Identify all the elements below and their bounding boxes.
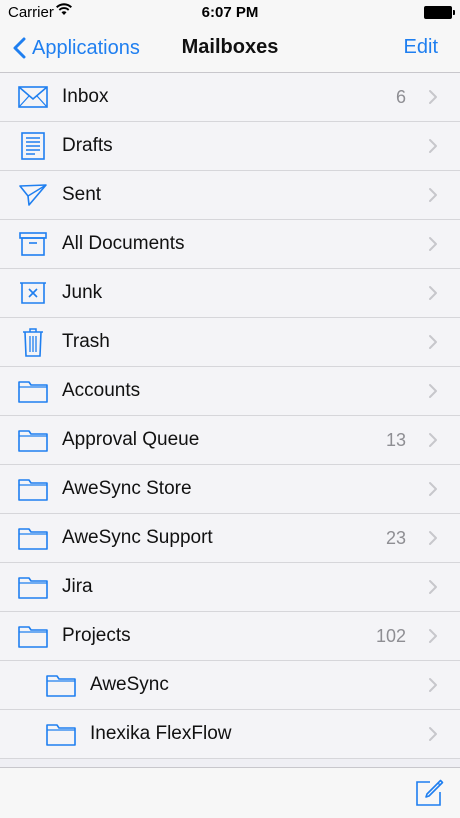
mailbox-row[interactable]: Inexika FlexFlow <box>0 710 460 759</box>
mailbox-row[interactable]: AweSync Support 23 <box>0 514 460 563</box>
unread-count: 23 <box>385 528 406 548</box>
bottom-toolbar <box>0 767 460 818</box>
status-bar: Carrier 6:07 PM <box>0 0 460 24</box>
mailbox-label: Junk <box>62 282 103 303</box>
mailbox-row[interactable]: AweSync <box>0 661 460 710</box>
folder-icon <box>46 720 76 748</box>
chevron-right-icon <box>428 432 438 453</box>
mailbox-row[interactable]: All Documents <box>0 220 460 269</box>
battery-icon <box>424 6 455 19</box>
mailbox-row[interactable]: Approval Queue 13 <box>0 416 460 465</box>
mailbox-row[interactable]: Junk <box>0 269 460 318</box>
trash-can-icon <box>18 328 48 357</box>
mailbox-label: Inbox <box>62 86 109 107</box>
mailbox-label: Inexika FlexFlow <box>90 723 232 744</box>
archive-box-icon <box>18 230 48 258</box>
chevron-right-icon <box>428 579 438 600</box>
chevron-right-icon <box>428 677 438 698</box>
document-icon <box>18 132 48 160</box>
chevron-right-icon <box>428 285 438 306</box>
folder-icon <box>18 475 48 503</box>
mailbox-label: Accounts <box>62 380 141 401</box>
folder-icon <box>18 573 48 601</box>
chevron-right-icon <box>428 138 438 159</box>
mailbox-label: Projects <box>62 625 131 646</box>
chevron-right-icon <box>428 187 438 208</box>
unread-count: 6 <box>395 87 406 107</box>
folder-icon <box>18 524 48 552</box>
unread-count: 13 <box>385 430 406 450</box>
folder-icon <box>18 377 48 405</box>
chevron-right-icon <box>428 89 438 110</box>
mailbox-label: Trash <box>62 331 110 352</box>
mailbox-row[interactable]: Jira <box>0 563 460 612</box>
mailbox-label: Approval Queue <box>62 429 200 450</box>
edit-button[interactable]: Edit <box>404 36 438 59</box>
mailbox-row[interactable]: AweSync Store <box>0 465 460 514</box>
mailbox-row[interactable]: Drafts <box>0 122 460 171</box>
paper-plane-icon <box>18 181 48 209</box>
folder-icon <box>18 622 48 650</box>
folder-icon <box>18 426 48 454</box>
page-title: Mailboxes <box>181 36 279 58</box>
status-time: 6:07 PM <box>201 4 259 21</box>
mailbox-label: Jira <box>62 576 93 597</box>
mailbox-row[interactable]: Trash <box>0 318 460 367</box>
mailbox-row[interactable]: Accounts <box>0 367 460 416</box>
envelope-icon <box>18 83 48 111</box>
chevron-right-icon <box>428 334 438 355</box>
mailbox-label: AweSync Support <box>62 527 213 548</box>
mailbox-list: Inbox 6 Drafts Sent All Documents Junk Trash Ac… <box>0 73 460 759</box>
mailbox-row[interactable]: Sent <box>0 171 460 220</box>
folder-icon <box>46 671 76 699</box>
compose-icon <box>416 779 444 806</box>
mailbox-label: Drafts <box>62 135 113 156</box>
mailbox-label: AweSync Store <box>62 478 192 499</box>
navigation-bar: Applications Mailboxes Edit <box>0 24 460 73</box>
chevron-right-icon <box>428 530 438 551</box>
chevron-right-icon <box>428 481 438 502</box>
mailbox-label: AweSync <box>90 674 169 695</box>
chevron-right-icon <box>428 236 438 257</box>
chevron-right-icon <box>428 726 438 747</box>
compose-button[interactable] <box>414 778 444 808</box>
mailbox-label: All Documents <box>62 233 185 254</box>
chevron-right-icon <box>428 383 438 404</box>
mailbox-label: Sent <box>62 184 102 205</box>
mailbox-row[interactable]: Projects 102 <box>0 612 460 661</box>
chevron-right-icon <box>428 628 438 649</box>
junk-bin-icon <box>18 279 48 307</box>
mailbox-row[interactable]: Inbox 6 <box>0 73 460 122</box>
unread-count: 102 <box>375 626 406 646</box>
